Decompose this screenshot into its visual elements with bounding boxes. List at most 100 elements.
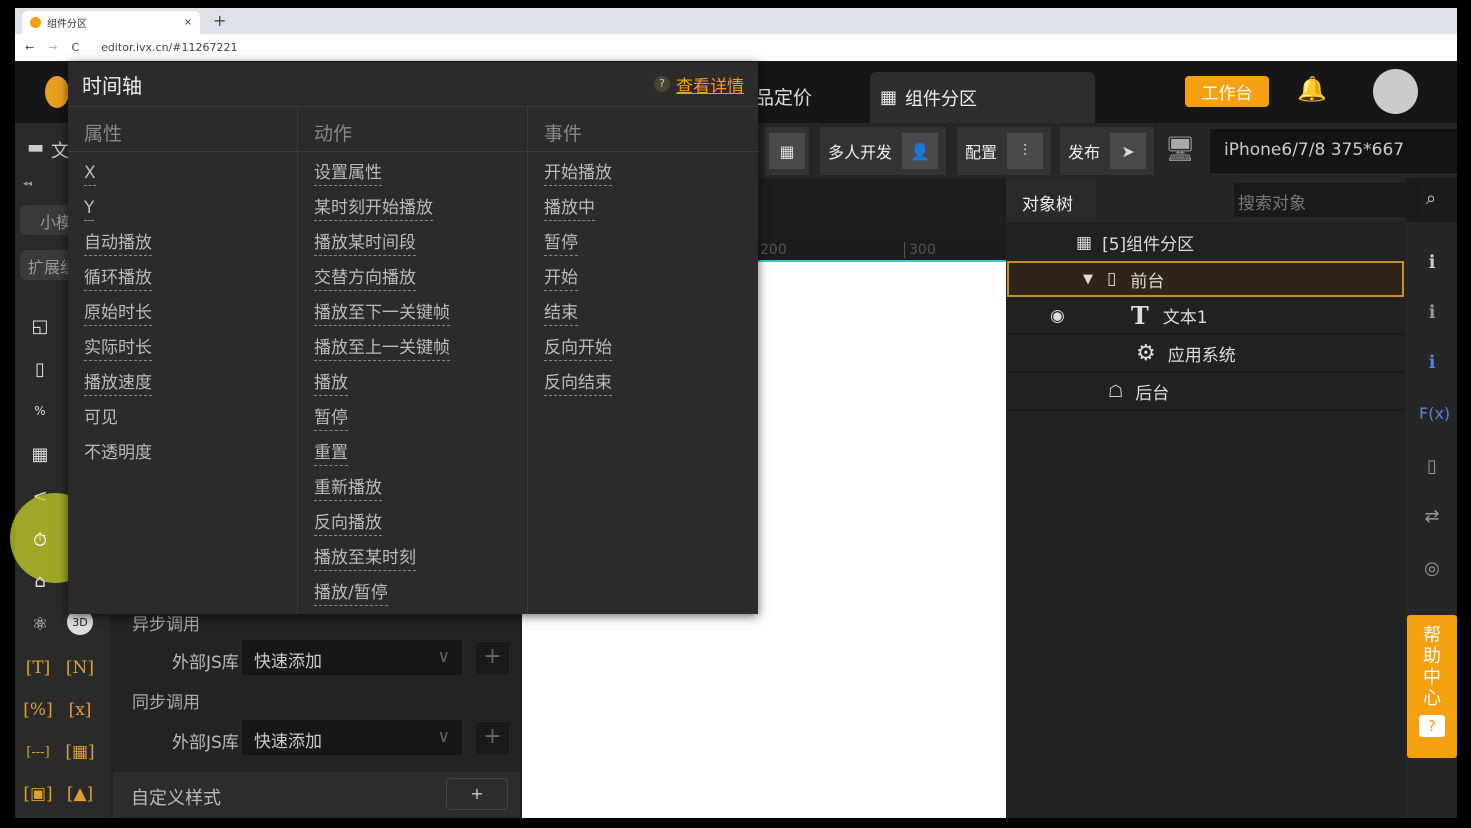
async-add-button[interactable]: + — [476, 642, 509, 674]
timeline-menu-item[interactable]: 播放至上一关键帧 — [314, 337, 450, 361]
timeline-menu-item[interactable]: 重置 — [314, 442, 348, 466]
expand-triangle-icon[interactable]: ▼ — [1083, 272, 1093, 287]
timeline-menu-item[interactable]: 可见 — [84, 407, 118, 431]
tree-item-app-system[interactable]: ⚙ 应用系统 — [1008, 336, 1405, 373]
search-icon[interactable]: ⌕ — [1426, 188, 1436, 209]
tab-component-partition[interactable]: ▦ 组件分区 — [870, 72, 1095, 123]
tab-object-tree[interactable]: 对象树 — [1006, 178, 1096, 222]
add-style-button[interactable]: + — [446, 778, 508, 810]
timeline-menu-item[interactable]: 播放/暂停 — [314, 582, 388, 606]
any-var-icon[interactable]: [x] — [65, 695, 95, 725]
help-center-button[interactable]: 帮助中心 ? — [1407, 615, 1457, 758]
folder-icon[interactable]: ▬ — [27, 137, 44, 158]
back-button[interactable]: ← — [25, 41, 34, 54]
select-value: 快速添加 — [254, 732, 322, 752]
workbench-button[interactable]: 工作台 — [1185, 76, 1269, 107]
forward-button[interactable]: → — [48, 41, 57, 54]
timeline-menu-item[interactable]: 反向开始 — [544, 337, 612, 361]
timeline-menu-item[interactable]: 播放某时间段 — [314, 232, 416, 256]
timeline-clock-icon[interactable]: ⏱ — [25, 525, 55, 555]
async-js-select[interactable]: 快速添加 ∨ — [242, 640, 462, 675]
atom-icon[interactable]: ⚛ — [25, 609, 55, 639]
timeline-menu-item[interactable]: 反向播放 — [314, 512, 382, 536]
refresh-info-icon[interactable]: ◎ — [1419, 558, 1445, 584]
tree-item-text1[interactable]: ◉ T 文本1 — [1008, 298, 1405, 335]
timeline-menu-item[interactable]: 循环播放 — [84, 267, 152, 291]
popup-title: 时间轴 — [82, 73, 142, 98]
number-var-icon[interactable]: [N] — [65, 653, 95, 683]
sync-js-select[interactable]: 快速添加 ∨ — [242, 720, 462, 755]
publish-button[interactable]: 发布 ➤ — [1060, 127, 1155, 175]
progress-icon[interactable]: % — [25, 396, 55, 426]
view-details-link[interactable]: 查看详情 — [676, 72, 744, 97]
timeline-menu-item[interactable]: 暂停 — [544, 232, 578, 256]
info-icon[interactable]: ℹ — [1419, 252, 1445, 278]
timeline-menu-item[interactable]: 播放中 — [544, 197, 595, 221]
timeline-menu-item[interactable]: 播放至某时刻 — [314, 547, 416, 571]
swap-icon[interactable]: ⇄ — [1419, 506, 1445, 532]
object-var-icon[interactable]: [▣] — [23, 779, 53, 809]
column-header: 事件 — [528, 107, 758, 152]
server-icon: ☖ — [1108, 381, 1124, 402]
config-button[interactable]: 配置 ⫶ — [957, 127, 1052, 175]
eye-icon[interactable]: ◉ — [1050, 306, 1065, 326]
timeline-menu-item[interactable]: 暂停 — [314, 407, 348, 431]
column-events: 事件开始播放播放中暂停开始结束反向开始反向结束 — [528, 107, 758, 614]
object-array-var-icon[interactable]: [▲] — [65, 779, 95, 809]
collapse-icon[interactable]: ◂◂ — [23, 179, 32, 189]
qr-button[interactable]: ▦ — [765, 127, 809, 175]
avatar[interactable] — [1373, 69, 1418, 114]
timeline-menu-item[interactable]: 重新播放 — [314, 477, 382, 501]
url-field[interactable]: editor.ivx.cn/#11267221 — [101, 41, 237, 54]
timeline-menu-item[interactable]: 设置属性 — [314, 162, 382, 186]
timeline-menu-item[interactable]: 结束 — [544, 302, 578, 326]
browser-tab[interactable]: 组件分区 × — [22, 11, 200, 34]
sync-label: 同步调用 — [132, 693, 200, 713]
array-var-icon[interactable]: [---] — [23, 737, 53, 767]
page-icon[interactable]: ▯ — [1419, 456, 1445, 482]
tree-label: 后台 — [1135, 384, 1170, 404]
tree-item-backend[interactable]: ☖ 后台 — [1008, 374, 1405, 411]
timeline-menu-item[interactable]: 原始时长 — [84, 302, 152, 326]
info-comment-icon[interactable]: ℹ — [1419, 352, 1445, 378]
bool-var-icon[interactable]: [%] — [23, 695, 53, 725]
reload-button[interactable]: C — [71, 41, 79, 54]
grid-var-icon[interactable]: [▦] — [65, 737, 95, 767]
timeline-menu-item[interactable]: 播放速度 — [84, 372, 152, 396]
table-icon[interactable]: ▦ — [25, 439, 55, 469]
tree-item-front[interactable]: ▼ ▯ 前台 — [1007, 261, 1404, 297]
timeline-menu-item[interactable]: 反向结束 — [544, 372, 612, 396]
device-select[interactable]: iPhone6/7/8 375*667 — [1210, 129, 1457, 173]
function-icon[interactable]: F(x) — [1419, 404, 1450, 430]
device-icon[interactable]: 🖥 — [1165, 135, 1195, 163]
search-object-input[interactable]: 搜索对象 — [1234, 183, 1420, 217]
timeline-menu-item[interactable]: 开始 — [544, 267, 578, 291]
timeline-menu-item[interactable]: 播放至下一关键帧 — [314, 302, 450, 326]
timeline-menu-item[interactable]: 开始播放 — [544, 162, 612, 186]
timeline-menu-item[interactable]: 不透明度 — [84, 442, 152, 466]
bell-icon[interactable]: 🔔 — [1297, 75, 1327, 103]
timeline-menu-item[interactable]: 某时刻开始播放 — [314, 197, 433, 221]
partition-icon: ▦ — [880, 87, 898, 108]
multi-dev-button[interactable]: 多人开发 👤 — [820, 127, 947, 175]
sync-add-button[interactable]: + — [476, 722, 509, 754]
new-tab-button[interactable]: + — [213, 11, 226, 30]
tab-pricing[interactable]: 品定价 — [755, 83, 812, 110]
easel-icon[interactable]: ⌂ — [25, 566, 55, 596]
ruler-tick-300: 300 — [904, 242, 936, 258]
list-icon[interactable]: ▯ — [25, 354, 55, 384]
users-icon: 👤 — [902, 133, 939, 169]
tab-close-button[interactable]: × — [184, 17, 192, 28]
timeline-menu-item[interactable]: 播放 — [314, 372, 348, 396]
tree-item-root[interactable]: ▦ [5]组件分区 — [1008, 224, 1405, 261]
timeline-menu-item[interactable]: Y — [84, 197, 95, 221]
timeline-menu-item[interactable]: 自动播放 — [84, 232, 152, 256]
timeline-menu-item[interactable]: X — [84, 162, 96, 186]
timeline-menu-item[interactable]: 实际时长 — [84, 337, 152, 361]
text-var-icon[interactable]: [T] — [23, 653, 53, 683]
logo-icon — [45, 76, 69, 108]
container-icon[interactable]: ◱ — [25, 311, 55, 341]
partition-icon: ▦ — [1076, 232, 1093, 253]
timeline-menu-item[interactable]: 交替方向播放 — [314, 267, 416, 291]
info-settings-icon[interactable]: ℹ — [1419, 302, 1445, 328]
